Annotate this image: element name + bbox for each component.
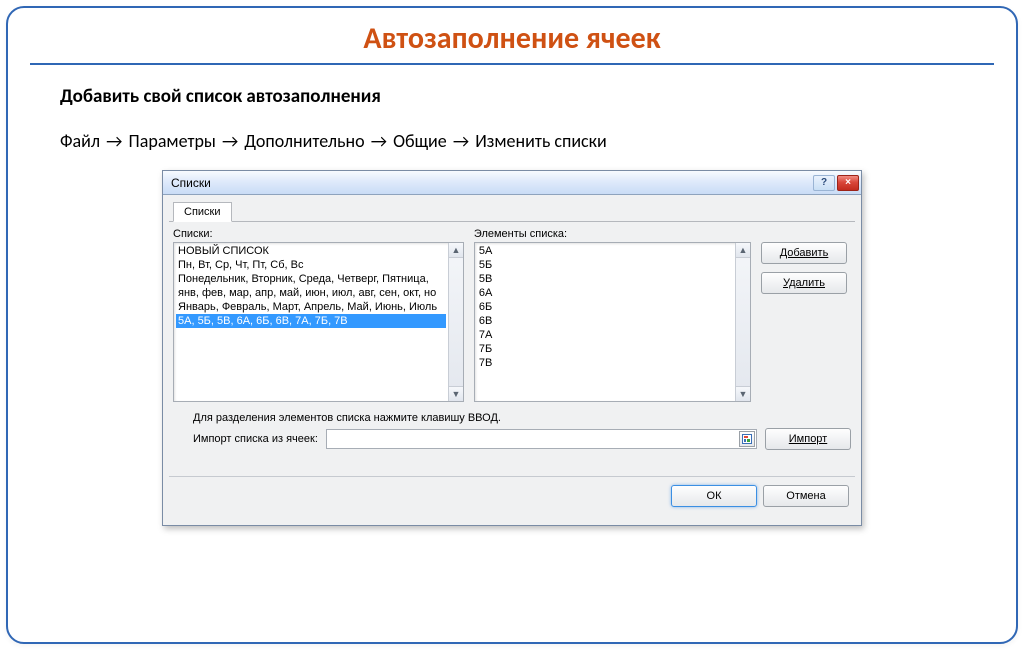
list-item[interactable]: 5В — [477, 272, 733, 286]
spacer — [761, 228, 851, 240]
lists-listbox[interactable]: НОВЫЙ СПИСОКПн, Вт, Ср, Чт, Пт, Сб, ВсПо… — [173, 242, 464, 402]
path-step: Общие — [393, 130, 447, 152]
list-item[interactable]: Пн, Вт, Ср, Чт, Пт, Сб, Вс — [176, 258, 446, 272]
list-item[interactable]: Понедельник, Вторник, Среда, Четверг, Пя… — [176, 272, 446, 286]
scroll-down-icon[interactable]: ▼ — [736, 386, 750, 401]
scrollbar[interactable]: ▲ ▼ — [448, 243, 463, 401]
section-subtitle: Добавить свой список автозаполнения — [60, 85, 994, 108]
list-item[interactable]: 7А — [477, 328, 733, 342]
arrow-icon: → — [220, 130, 240, 152]
footer-rule — [169, 476, 855, 477]
label-lists: Списки: — [173, 228, 464, 240]
scrollbar[interactable]: ▲ ▼ — [735, 243, 750, 401]
arrow-icon: → — [451, 130, 471, 152]
tab-lists[interactable]: Списки — [173, 202, 232, 222]
title-rule — [30, 63, 994, 65]
menu-path: Файл → Параметры → Дополнительно → Общие… — [60, 130, 994, 152]
label-import-from: Импорт списка из ячеек: — [193, 433, 318, 445]
ok-button[interactable]: ОК — [671, 485, 757, 507]
scroll-up-icon[interactable]: ▲ — [449, 243, 463, 258]
list-item[interactable]: 6Б — [477, 300, 733, 314]
delete-button[interactable]: Удалить — [761, 272, 847, 294]
tab-strip: Списки — [169, 199, 855, 222]
scroll-down-icon[interactable]: ▼ — [449, 386, 463, 401]
close-button[interactable]: × — [837, 175, 859, 191]
path-step: Изменить списки — [475, 130, 607, 152]
custom-lists-dialog: Списки ? × Списки Списки: НОВЫЙ СПИСОКПн… — [162, 170, 862, 526]
slide-frame: Автозаполнение ячеек Добавить свой списо… — [6, 6, 1018, 644]
page-title: Автозаполнение ячеек — [333, 20, 690, 63]
list-item[interactable]: 5Б — [477, 258, 733, 272]
dialog-body: Списки Списки: НОВЫЙ СПИСОКПн, Вт, Ср, Ч… — [163, 195, 861, 525]
list-item[interactable]: 6А — [477, 286, 733, 300]
dialog-titlebar[interactable]: Списки ? × — [163, 171, 861, 195]
list-item[interactable]: 5А, 5Б, 5В, 6А, 6Б, 6В, 7А, 7Б, 7В — [176, 314, 446, 328]
import-range-input[interactable] — [326, 429, 757, 449]
list-item[interactable]: янв, фев, мар, апр, май, июн, июл, авг, … — [176, 286, 446, 300]
import-button[interactable]: Импорт — [765, 428, 851, 450]
range-picker-icon[interactable] — [739, 431, 755, 447]
elements-listbox[interactable]: 5А5Б5В6А6Б6В7А7Б7В ▲ ▼ — [474, 242, 751, 402]
cancel-button[interactable]: Отмена — [763, 485, 849, 507]
separator-hint: Для разделения элементов списка нажмите … — [193, 412, 855, 424]
list-item[interactable]: НОВЫЙ СПИСОК — [176, 244, 446, 258]
help-button[interactable]: ? — [813, 175, 835, 191]
list-item[interactable]: 7Б — [477, 342, 733, 356]
arrow-icon: → — [369, 130, 389, 152]
dialog-footer: ОК Отмена — [169, 485, 855, 519]
list-item[interactable]: 5А — [477, 244, 733, 258]
scroll-up-icon[interactable]: ▲ — [736, 243, 750, 258]
path-step: Файл — [60, 130, 100, 152]
path-step: Дополнительно — [244, 130, 364, 152]
arrow-icon: → — [104, 130, 124, 152]
list-item[interactable]: 7В — [477, 356, 733, 370]
list-item[interactable]: 6В — [477, 314, 733, 328]
list-item[interactable]: Январь, Февраль, Март, Апрель, Май, Июнь… — [176, 300, 446, 314]
label-elements: Элементы списка: — [474, 228, 751, 240]
add-button[interactable]: Добавить — [761, 242, 847, 264]
dialog-title: Списки — [171, 176, 811, 190]
path-step: Параметры — [129, 130, 216, 152]
